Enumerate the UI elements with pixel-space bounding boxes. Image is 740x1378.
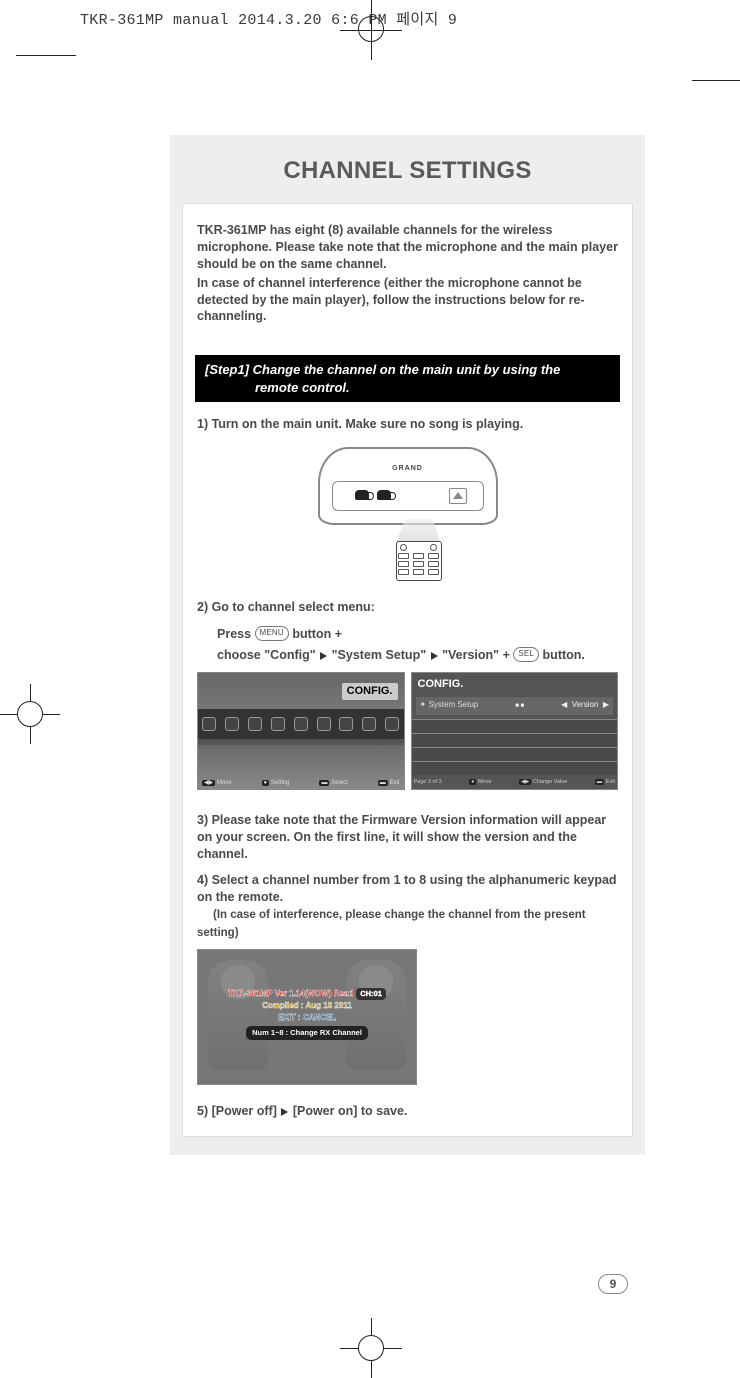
instruction-2b: choose "Config" "System Setup" "Version"…	[197, 647, 618, 664]
instruction-2b-mid2: "Version" +	[439, 648, 514, 662]
instruction-2a: Press MENU button +	[197, 626, 618, 643]
intro-paragraph-1: TKR-361MP has eight (8) available channe…	[197, 222, 618, 273]
instruction-5: 5) [Power off] [Power on] to save.	[197, 1103, 618, 1120]
config-icon	[317, 717, 331, 731]
instruction-2b-mid1: "System Setup"	[328, 648, 429, 662]
config-label: CONFIG.	[342, 683, 398, 700]
system-setup-label: System Setup	[428, 700, 478, 709]
instruction-1: 1) Turn on the main unit. Make sure no s…	[197, 416, 618, 433]
step1-banner-line2: remote control.	[205, 379, 610, 397]
screenshot-config-list: CONFIG. ✦ System Setup ■ ■ ◀ Version ▶ P…	[411, 672, 619, 790]
fw-exit-line: EXIT : CANCEL	[198, 1012, 416, 1024]
config-icon	[271, 717, 285, 731]
instruction-2a-pre: Press	[217, 627, 255, 641]
step1-banner: [Step1] Change the channel on the main u…	[195, 355, 620, 402]
footer-exit: Exit	[606, 779, 615, 785]
instruction-4-note: (In case of interference, please change …	[197, 906, 618, 941]
footer-exit: Exit	[389, 780, 399, 786]
intro-paragraph-2: In case of channel interference (either …	[197, 275, 618, 326]
crop-mark	[692, 80, 740, 81]
eject-icon	[449, 488, 467, 504]
main-unit-brand: GRAND	[328, 464, 488, 472]
instruction-2b-pre: choose "Config"	[217, 648, 319, 662]
arrow-right-icon	[320, 652, 327, 660]
crop-mark	[358, 16, 384, 42]
arrow-right-icon	[281, 1108, 288, 1116]
step1-banner-line1: [Step1] Change the channel on the main u…	[205, 362, 560, 377]
page-title: CHANNEL SETTINGS	[170, 135, 645, 203]
instruction-2b-post: button.	[539, 648, 585, 662]
instruction-4: 4) Select a channel number from 1 to 8 u…	[197, 872, 618, 906]
config-title: CONFIG.	[418, 677, 464, 692]
instruction-3: 3) Please take note that the Firmware Ve…	[197, 812, 618, 863]
config-icon	[202, 717, 216, 731]
fw-compiled-line: Compiled : Aug 10 2011	[198, 1000, 416, 1012]
footer-select: Select	[331, 780, 348, 786]
figure-firmware-screen: TKR-361MP Ver 1.14(WOW) ReadCH:01 Compil…	[197, 949, 417, 1085]
mic-icon	[355, 490, 369, 500]
instruction-2a-post: button +	[289, 627, 342, 641]
config-icon	[225, 717, 239, 731]
footer-page: Page 3 of 3	[414, 779, 442, 786]
remote-illustration	[396, 541, 442, 581]
crop-mark	[17, 701, 43, 727]
config-icon	[248, 717, 262, 731]
page-content: CHANNEL SETTINGS TKR-361MP has eight (8)…	[170, 135, 645, 1155]
fw-change-channel-bar: Num 1~8 : Change RX Channel	[246, 1026, 368, 1039]
fw-channel-chip: CH:01	[356, 988, 386, 999]
sel-button-icon: SEL	[513, 647, 539, 662]
print-header: TKR-361MP manual 2014.3.20 6:6 PM 페이지 9	[80, 8, 457, 29]
page-number: 9	[598, 1274, 628, 1294]
footer-move: Move	[217, 780, 232, 786]
arrow-right-icon	[431, 652, 438, 660]
instruction-2: 2) Go to channel select menu:	[197, 599, 618, 616]
instruction-5-pre: 5) [Power off]	[197, 1104, 280, 1118]
footer-move: Move	[478, 779, 491, 785]
screenshot-config-icons: CONFIG. ◀▶ Move ● Setting ▬ Select	[197, 672, 405, 790]
menu-button-icon: MENU	[255, 626, 289, 641]
crop-mark	[16, 55, 76, 56]
config-icon	[362, 717, 376, 731]
content-card: TKR-361MP has eight (8) available channe…	[182, 203, 633, 1137]
crop-mark	[358, 1335, 384, 1361]
footer-setting: Setting	[271, 780, 290, 786]
figure-config-screens: CONFIG. ◀▶ Move ● Setting ▬ Select	[197, 672, 618, 790]
figure-main-unit: GRAND	[298, 441, 518, 581]
config-icon	[294, 717, 308, 731]
instruction-5-post: [Power on] to save.	[289, 1104, 407, 1118]
main-unit-panel	[332, 481, 484, 511]
footer-change: Change Value	[533, 779, 567, 785]
config-icon	[385, 717, 399, 731]
mic-icon	[377, 490, 391, 500]
version-label: Version	[572, 700, 599, 709]
fw-version-line: TKR-361MP Ver 1.14(WOW) Read	[228, 989, 353, 998]
config-icon	[339, 717, 353, 731]
